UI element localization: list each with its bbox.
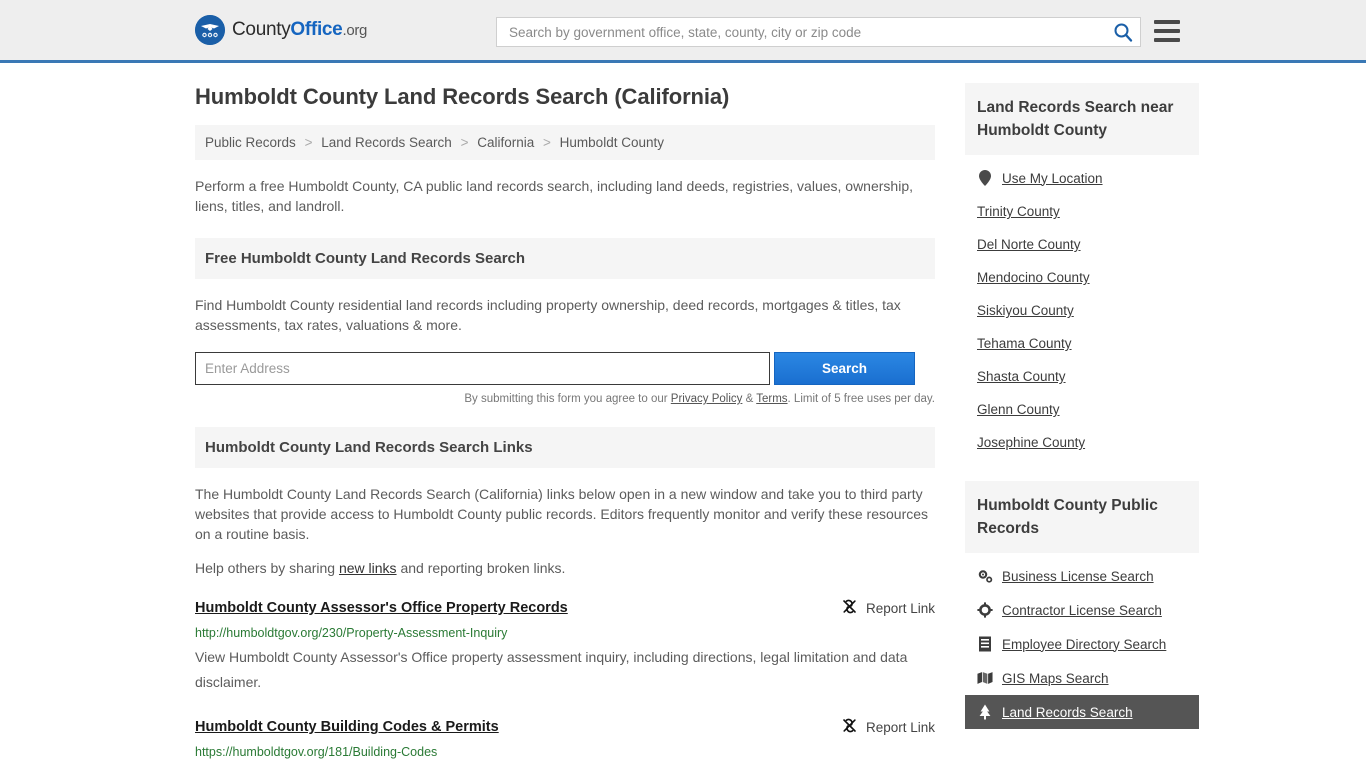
breadcrumb-item-humboldt-county[interactable]: Humboldt County [560,135,664,150]
links-section-heading: Humboldt County Land Records Search Link… [195,427,935,468]
logo-wordmark: CountyOffice.org [232,19,367,41]
sidebar-item-label: Josephine County [977,435,1086,450]
sidebar-item-trinity-county[interactable]: Trinity County [965,195,1199,228]
result-title-link[interactable]: Humboldt County Assessor's Office Proper… [195,598,568,618]
tree-icon [977,704,993,720]
search-button[interactable]: Search [774,352,915,385]
hamburger-menu-icon[interactable] [1154,20,1180,42]
header-search-zone [496,17,1141,47]
sidebar-item-label: Del Norte County [977,237,1081,252]
result-item: Humboldt County Building Codes & Permits… [195,717,935,768]
result-header: Humboldt County Assessor's Office Proper… [195,598,935,618]
page-lead-text: Perform a free Humboldt County, CA publi… [195,178,913,214]
hamburger-bar [1154,20,1180,24]
hamburger-bar [1154,38,1180,42]
search-icon[interactable] [1112,21,1134,43]
page-container: Humboldt County Land Records Search (Cal… [0,63,1366,768]
sidebar-item-label: GIS Maps Search [1002,670,1109,686]
breadcrumb-item-land-records-search[interactable]: Land Records Search [321,135,452,150]
sidebar-item-label: Trinity County [977,204,1060,219]
sidebar-item-glenn-county[interactable]: Glenn County [965,393,1199,426]
broken-link-icon [841,717,858,737]
report-link-button[interactable]: Report Link [829,598,935,618]
sidebar: Land Records Search near Humboldt County… [965,63,1199,768]
result-description: View Humboldt County Assessor's Office p… [195,649,908,690]
sidebar-item-label: Business License Search [1002,568,1154,584]
hamburger-bar [1154,29,1180,33]
sidebar-item-josephine-county[interactable]: Josephine County [965,426,1199,459]
sidebar-item-label: Mendocino County [977,270,1090,285]
gears-icon [977,568,993,584]
report-link-button[interactable]: Report Link [829,717,935,737]
report-link-label: Report Link [865,719,935,735]
report-link-label: Report Link [865,600,935,616]
breadcrumb-separator: > [304,135,313,150]
sidebar-item-label: Shasta County [977,369,1066,384]
sidebar-item-label: Glenn County [977,402,1060,417]
sidebar-item-land-records-search[interactable]: Land Records Search [965,695,1199,729]
form-disclaimer: By submitting this form you agree to our… [195,393,935,405]
free-search-description: Find Humboldt County residential land re… [195,297,901,333]
sidebar-nearby-list: Use My Location Trinity County Del Norte… [965,161,1199,459]
sidebar-item-label: Use My Location [1002,170,1103,186]
sidebar-item-label: Employee Directory Search [1002,636,1167,652]
logo-text-org: .org [342,22,368,39]
logo-text-county: County [232,19,291,40]
map-icon [977,670,993,686]
disclaimer-amp: & [742,393,757,405]
site-header: CountyOffice.org [0,0,1366,63]
sidebar-item-label: Land Records Search [1002,704,1133,720]
book-icon [977,636,993,652]
result-url: https://humboldtgov.org/181/Building-Cod… [195,745,438,759]
gear-icon [977,602,993,618]
sidebar-item-gis-maps-search[interactable]: GIS Maps Search [965,661,1199,695]
result-description: View Humboldt County, California buildin… [195,764,935,768]
help-share-line: Help others by sharing new links and rep… [195,560,935,576]
links-section-intro: The Humboldt County Land Records Search … [195,486,929,542]
site-logo[interactable]: CountyOffice.org [195,15,367,45]
address-search-form: Search [195,352,935,385]
sidebar-item-label: Tehama County [977,336,1072,351]
result-header: Humboldt County Building Codes & Permits… [195,717,935,737]
sidebar-nearby-heading: Land Records Search near Humboldt County [965,83,1199,155]
disclaimer-text-pre: By submitting this form you agree to our [464,393,671,405]
sidebar-item-mendocino-county[interactable]: Mendocino County [965,261,1199,294]
search-input[interactable] [507,23,1112,41]
sidebar-item-business-license-search[interactable]: Business License Search [965,559,1199,593]
sidebar-item-shasta-county[interactable]: Shasta County [965,360,1199,393]
main-content: Humboldt County Land Records Search (Cal… [195,63,935,768]
sidebar-item-label: Contractor License Search [1002,602,1162,618]
free-search-heading: Free Humboldt County Land Records Search [195,238,935,279]
sidebar-public-records-heading: Humboldt County Public Records [965,481,1199,553]
sidebar-item-tehama-county[interactable]: Tehama County [965,327,1199,360]
eagle-shield-logo-icon [195,15,225,45]
sidebar-item-contractor-license-search[interactable]: Contractor License Search [965,593,1199,627]
broken-link-icon [841,598,858,618]
sidebar-item-employee-directory-search[interactable]: Employee Directory Search [965,627,1199,661]
result-url: http://humboldtgov.org/230/Property-Asse… [195,626,508,640]
address-input[interactable] [195,352,770,385]
sidebar-item-del-norte-county[interactable]: Del Norte County [965,228,1199,261]
help-text-post: and reporting broken links. [396,560,566,576]
privacy-policy-link[interactable]: Privacy Policy [671,393,743,405]
breadcrumb-item-public-records[interactable]: Public Records [205,135,296,150]
breadcrumb-separator: > [460,135,469,150]
new-links-link[interactable]: new links [339,560,397,576]
header-search-box[interactable] [496,17,1141,47]
sidebar-item-label: Siskiyou County [977,303,1074,318]
logo-text-office: Office [290,19,343,40]
terms-link[interactable]: Terms [756,393,787,405]
sidebar-item-use-my-location[interactable]: Use My Location [965,161,1199,195]
sidebar-public-records-list: Business License Search Contractor Licen… [965,559,1199,729]
breadcrumb-separator: > [543,135,551,150]
breadcrumb: Public Records > Land Records Search > C… [195,125,935,160]
page-title: Humboldt County Land Records Search (Cal… [195,84,730,109]
help-text-pre: Help others by sharing [195,560,339,576]
sidebar-item-siskiyou-county[interactable]: Siskiyou County [965,294,1199,327]
disclaimer-text-post: . Limit of 5 free uses per day. [787,393,935,405]
result-item: Humboldt County Assessor's Office Proper… [195,598,935,695]
result-title-link[interactable]: Humboldt County Building Codes & Permits [195,717,499,737]
breadcrumb-item-california[interactable]: California [477,135,534,150]
map-pin-icon [977,170,993,186]
